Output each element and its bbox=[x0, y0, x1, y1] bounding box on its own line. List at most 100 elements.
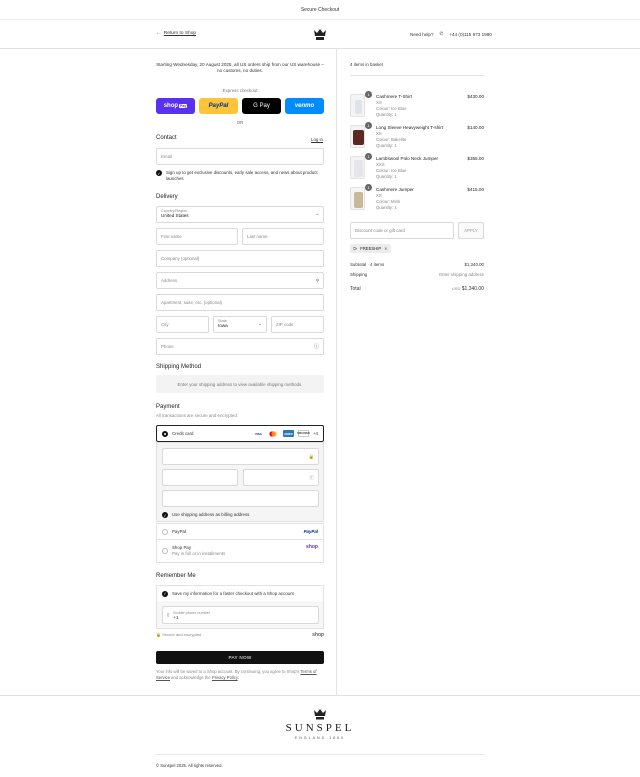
save-info-label: Save my information for a faster checkou… bbox=[172, 590, 294, 596]
basket-item: 1 Lambswool Polo Neck Jumper XXS Colour:… bbox=[350, 153, 484, 186]
legal-mid: and acknowledge the bbox=[171, 674, 211, 680]
paypal-button[interactable]: PayPal bbox=[199, 98, 238, 114]
delivery-title: Delivery bbox=[156, 194, 178, 200]
currency-label: USD bbox=[451, 286, 461, 291]
company-placeholder: Company (optional) bbox=[161, 256, 200, 261]
legal-pre: Your info will be saved to a Shop accoun… bbox=[156, 669, 300, 674]
quantity-badge: 1 bbox=[365, 153, 372, 160]
mobile-label: Mobile phone number bbox=[173, 610, 211, 615]
mobile-value: +1 bbox=[173, 614, 179, 620]
help-phone-link[interactable]: +44 (0)115 973 1980 bbox=[449, 32, 491, 37]
google-pay-button[interactable]: G Pay bbox=[242, 98, 281, 114]
remove-discount-icon[interactable]: ✕ bbox=[384, 246, 388, 251]
secure-checkout-title: Secure Checkout bbox=[300, 7, 340, 13]
billing-checkbox-row[interactable]: ✓ Use shipping address as billing addres… bbox=[162, 512, 249, 518]
product-quantity: Quantity: 1 bbox=[376, 112, 397, 117]
product-price: $415.00 bbox=[467, 187, 484, 192]
return-to-shop-label: Return to Shop bbox=[163, 31, 197, 36]
help-circle-icon[interactable]: ⓘ bbox=[310, 475, 314, 481]
address-placeholder: Address bbox=[161, 278, 178, 283]
company-field[interactable]: Company (optional) bbox=[156, 250, 324, 267]
save-info-row[interactable]: ✓ Save my information for a faster check… bbox=[157, 586, 323, 601]
footer-crest-logo bbox=[314, 709, 326, 720]
last-name-placeholder: Last name bbox=[247, 234, 268, 239]
product-swatch bbox=[354, 160, 363, 177]
product-quantity: Quantity: 1 bbox=[376, 143, 397, 148]
product-price: $430.00 bbox=[467, 94, 484, 99]
first-name-field[interactable]: First name bbox=[156, 228, 238, 245]
more-cards-count: +4 bbox=[312, 430, 318, 436]
last-name-field[interactable]: Last name bbox=[242, 228, 324, 245]
shipping-notice: Starting Wednesday, 20 August 2025, all … bbox=[156, 62, 324, 74]
search-icon: ⚲ bbox=[315, 277, 319, 283]
shop-pay-radio[interactable] bbox=[162, 548, 168, 554]
newsletter-checkbox[interactable]: ✓ bbox=[156, 170, 162, 176]
country-select[interactable]: Country/Region United States ⌄ bbox=[156, 206, 324, 223]
security-code-field[interactable]: ⓘ bbox=[243, 469, 319, 486]
shop-pay-text: shop bbox=[163, 103, 179, 109]
email-field[interactable]: Email bbox=[156, 148, 324, 165]
help-area: Need help? ✆ +44 (0)115 973 1980 bbox=[410, 31, 492, 37]
state-select[interactable]: State Iowa ⌄ bbox=[213, 316, 267, 333]
basket-item: 1 Long Sleeve Heavyweight T-shirt XS Col… bbox=[350, 122, 484, 155]
shipping-value: Enter shipping address bbox=[439, 272, 484, 277]
credit-card-option[interactable]: Credit card VISA AMEX DISCOVER +4 bbox=[156, 425, 324, 442]
subtotal-value: $1,340.00 bbox=[464, 262, 484, 267]
return-to-shop-link[interactable]: ← Return to Shop bbox=[156, 31, 196, 36]
product-thumbnail bbox=[350, 125, 365, 148]
privacy-link[interactable]: Privacy Policy bbox=[212, 675, 238, 680]
paypal-label: PayPal bbox=[172, 528, 186, 534]
legal-text: Your info will be saved to a Shop accoun… bbox=[156, 669, 324, 680]
copyright: © Sunspel 2025. All rights reserved. bbox=[156, 763, 223, 768]
total-label: Total bbox=[350, 286, 361, 292]
paypal-option[interactable]: PayPal PayPal bbox=[156, 523, 324, 540]
secure-label: Secure and encrypted bbox=[162, 632, 202, 638]
footer-tagline: ENGLAND 1860 bbox=[294, 736, 346, 740]
discount-code-field[interactable]: Discount code or gift card bbox=[350, 222, 454, 239]
paypal-radio[interactable] bbox=[162, 528, 168, 535]
sunspel-crest-logo[interactable] bbox=[312, 27, 328, 41]
shop-pay-button[interactable]: shop Pay bbox=[156, 98, 195, 114]
name-on-card-field[interactable] bbox=[162, 490, 319, 507]
email-placeholder: Email bbox=[161, 154, 172, 159]
log-in-link[interactable]: Log in bbox=[311, 137, 323, 142]
discount-tag-label: FREESHIP bbox=[360, 246, 382, 251]
shop-logo: shop bbox=[312, 632, 324, 638]
footer-inner-divider bbox=[156, 754, 484, 755]
pay-now-button[interactable]: PAY NOW bbox=[156, 651, 324, 664]
product-colour: Colour: Ice Blue bbox=[376, 106, 407, 111]
first-name-placeholder: First name bbox=[161, 234, 182, 239]
secure-row: 🔒 Secure and encrypted shop bbox=[156, 632, 324, 638]
product-name: Cashmere T-Shirt bbox=[376, 94, 412, 99]
legal-post: . bbox=[237, 674, 239, 680]
help-circle-icon[interactable]: ⓘ bbox=[314, 343, 319, 350]
venmo-button[interactable]: venmo bbox=[285, 98, 324, 114]
shop-pay-option[interactable]: Shop Pay Pay in full or in installments … bbox=[156, 540, 324, 563]
newsletter-checkbox-row[interactable]: ✓ Sign up to get exclusive discounts, ea… bbox=[156, 170, 324, 181]
footer-brand: SUNSPEL bbox=[285, 722, 355, 734]
apply-button[interactable]: APPLY bbox=[458, 222, 484, 239]
mobile-icon: ▯ bbox=[167, 612, 170, 617]
zip-field[interactable]: ZIP code bbox=[271, 316, 324, 333]
remember-me-panel: ✓ Save my information for a faster check… bbox=[156, 585, 324, 629]
product-thumbnail bbox=[350, 156, 365, 179]
expiry-field[interactable] bbox=[162, 469, 238, 486]
city-field[interactable]: City bbox=[156, 316, 209, 333]
billing-checkbox[interactable]: ✓ bbox=[162, 512, 168, 518]
payment-subtitle: All transactions are secure and encrypte… bbox=[156, 413, 239, 418]
lock-icon: 🔒 bbox=[156, 632, 161, 638]
footer-divider bbox=[0, 695, 640, 696]
product-thumbnail bbox=[350, 94, 365, 117]
phone-field[interactable]: Phone ⓘ bbox=[156, 338, 324, 355]
credit-card-radio[interactable] bbox=[162, 430, 168, 437]
card-number-field[interactable]: 🔒 bbox=[162, 448, 319, 465]
mobile-phone-field[interactable]: ▯ Mobile phone number +1 bbox=[162, 606, 319, 624]
apartment-field[interactable]: Apartment, suite, etc. (optional) bbox=[156, 294, 324, 311]
save-info-checkbox[interactable]: ✓ bbox=[162, 590, 168, 597]
apply-label: APPLY bbox=[464, 228, 478, 233]
product-size: XXS bbox=[376, 162, 385, 167]
address-field[interactable]: Address ⚲ bbox=[156, 272, 324, 289]
product-swatch bbox=[354, 192, 363, 208]
discover-icon: DISCOVER bbox=[297, 430, 310, 437]
product-colour: Colour: Bakelite bbox=[376, 137, 407, 142]
